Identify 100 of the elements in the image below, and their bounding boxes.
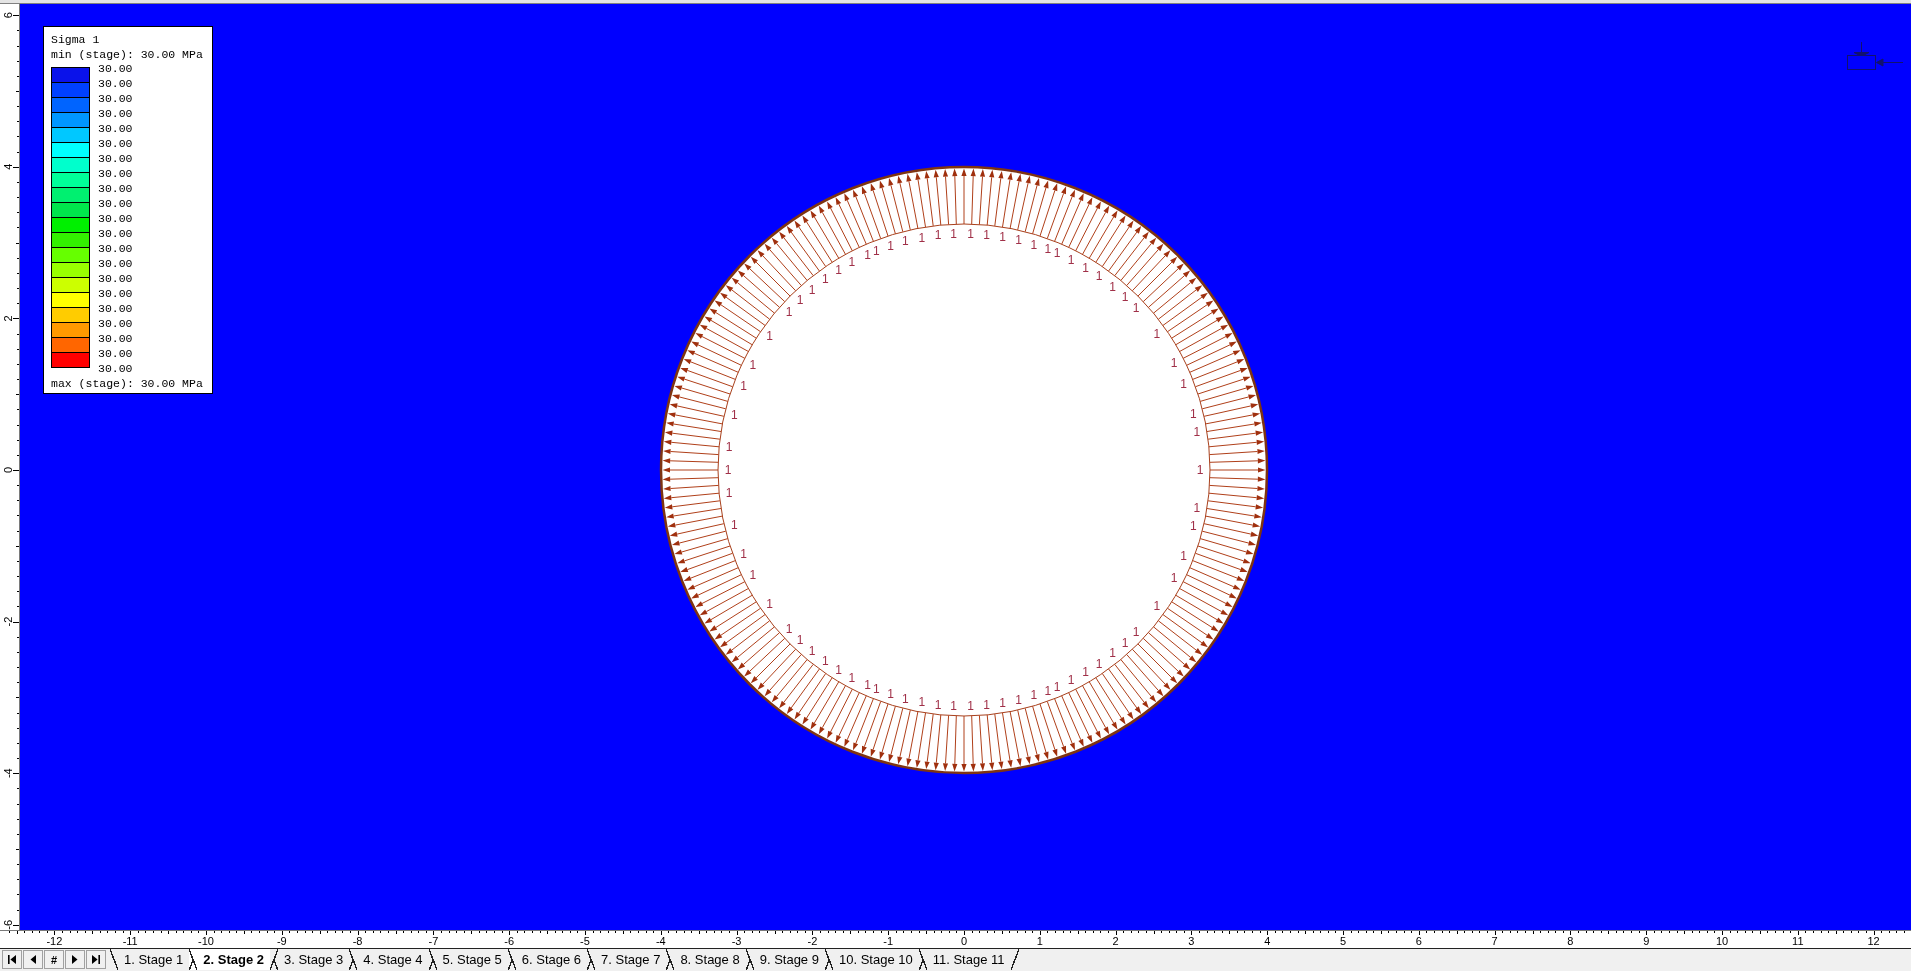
first-stage-button[interactable] [2,950,22,969]
boundary-label: 1 [740,378,747,393]
boundary-label: 1 [1193,501,1201,516]
boundary-label: 1 [724,463,732,477]
boundary-label: 1 [1132,301,1140,316]
boundary-label: 1 [766,329,773,344]
boundary-label: 1 [766,596,773,611]
next-stage-button[interactable] [65,950,85,969]
ruler-label: 5 [1339,935,1347,947]
previous-stage-button[interactable] [23,950,43,969]
last-stage-button[interactable] [86,950,106,969]
ruler-label: 7 [1491,935,1498,947]
ruler-label: 10 [1715,935,1729,947]
ruler-label: -5 [580,935,590,947]
boundary-label: 1 [1030,237,1038,252]
ruler-label: -3 [731,935,742,947]
boundary-label: 1 [808,643,816,658]
ruler-label: 4 [1,163,14,170]
boundary-label: 1 [934,228,942,243]
boundary-label: 1 [1044,242,1052,257]
legend-value: 30.00 [98,271,133,286]
legend-value: 30.00 [98,256,133,271]
legend-value: 30.00 [98,331,133,346]
legend-value: 30.00 [98,241,133,256]
ruler-label: -2 [1,616,14,627]
boundary-label: 1 [821,653,829,668]
legend-value: 30.00 [98,346,133,361]
ruler-label: 6 [1,12,14,19]
legend-value: 30.00 [98,316,133,331]
triangle-right-icon [71,955,79,964]
boundary-label: 1 [821,272,829,287]
ruler-label: -10 [198,935,214,947]
boundary-label: 1 [848,255,856,270]
legend-value: 30.00 [98,211,133,226]
boundary-label: 1 [1180,376,1188,391]
boundary-label: 1 [1044,683,1052,698]
boundary-label: 1 [983,697,990,712]
legend-title: Sigma 1 [51,32,101,47]
legend-value: 30.00 [98,136,133,151]
ruler-label: -7 [428,935,439,947]
boundary-label: 1 [1153,599,1161,613]
boundary-label: 1 [808,282,816,297]
boundary-label: 1 [796,293,804,308]
boundary-label: 1 [918,230,926,245]
ruler-label: 6 [1415,935,1422,947]
boundary-label: 1 [873,682,880,697]
boundary-label: 1 [1067,673,1075,688]
boundary-label: 1 [1170,570,1178,585]
ruler-label: -8 [352,935,363,947]
boundary-label: 1 [950,698,958,713]
ruler-label: 2 [1112,935,1119,947]
legend-value: 30.00 [98,106,133,121]
boundary-label: 1 [725,439,733,454]
ruler-label: -9 [276,935,287,947]
boundary-label: 1 [1082,665,1089,680]
ruler-label: -4 [655,935,666,947]
ruler-label: 1 [1036,935,1043,947]
ruler-label: 0 [960,935,968,947]
skip-back-icon [8,955,16,964]
ruler-label: 11 [1792,935,1804,947]
boundary-label: 1 [725,486,733,501]
stage-number-button[interactable]: # [44,950,64,969]
boundary-label: 1 [999,230,1006,245]
legend-value: 30.00 [98,286,133,301]
boundary-label: 1 [835,662,842,677]
boundary-label: 1 [1015,692,1023,707]
ruler-label: 4 [1264,935,1271,947]
legend-value: 30.00 [98,301,133,316]
arrow-box-icon [1847,41,1904,70]
stage-tab[interactable]: 11. Stage 11 [918,949,1019,970]
legend-value: 30.00 [98,151,133,166]
legend-value: 30.00 [98,91,133,106]
boundary-label: 1 [950,227,958,242]
boundary-label: 1 [1121,635,1129,650]
boundary-label: 1 [1053,679,1061,694]
boundary-label: 1 [1067,252,1075,267]
boundary-label: 1 [731,408,738,423]
ruler-label: -6 [504,935,515,947]
boundary-label: 1 [1170,355,1178,370]
legend-value: 30.00 [98,226,133,241]
boundary-label: 1 [901,234,909,249]
boundary-label: 1 [1189,407,1197,422]
ruler-label: 0 [1,466,14,474]
boundary-label: 1 [1053,246,1061,261]
ruler-label: -2 [807,935,818,947]
boundary-label: 1 [1095,656,1103,671]
boundary-label: 1 [749,357,757,372]
boundary-label: 1 [999,695,1006,710]
legend-value: 30.00 [98,121,133,136]
boundary-label: 1 [1109,646,1116,661]
boundary-label: 1 [835,263,842,278]
boundary-label: 1 [785,304,793,319]
stage-tab[interactable]: 2. Stage 2 [189,949,270,970]
boundary-label: 1 [983,228,990,243]
ruler-label: -6 [1,919,14,930]
ruler-label: 3 [1188,935,1195,947]
ruler-label: -11 [122,935,138,947]
triangle-left-icon [29,955,37,964]
ruler-label: -12 [46,935,63,947]
legend-value: 30.00 [98,361,133,376]
